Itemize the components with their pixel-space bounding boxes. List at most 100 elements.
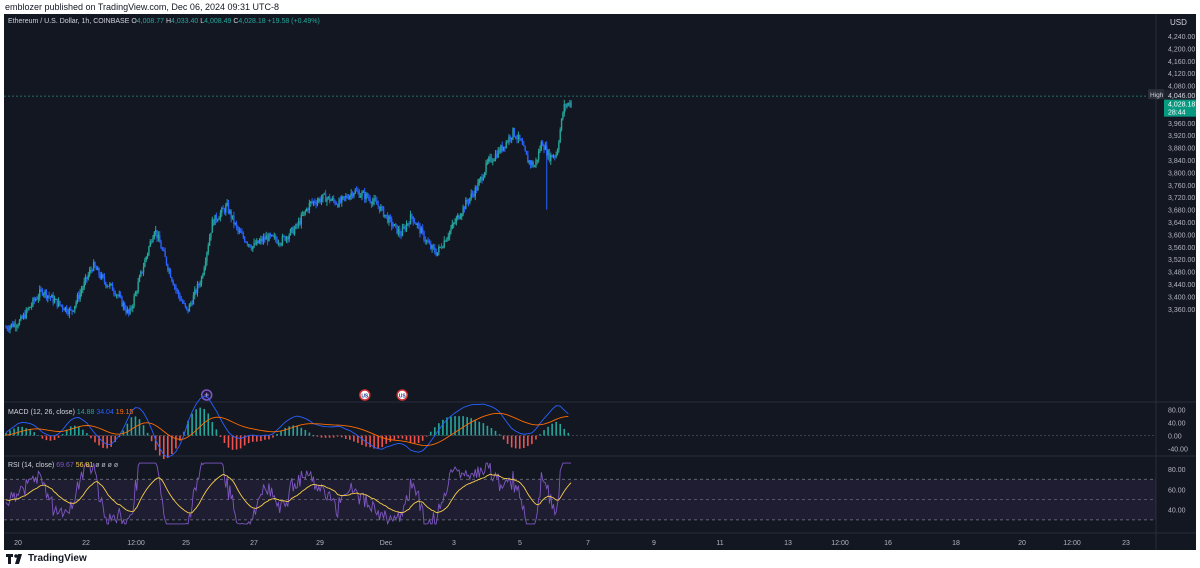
macd-histogram-bar <box>130 417 133 436</box>
candle-body <box>49 296 52 298</box>
candle <box>78 291 80 302</box>
candle <box>191 299 193 307</box>
candle-body <box>118 294 120 296</box>
candle-body <box>160 242 162 249</box>
candle <box>125 305 127 316</box>
macd-histogram-bar <box>417 435 420 444</box>
time-tick-label: 27 <box>250 540 258 547</box>
candle-body <box>508 136 510 143</box>
candle <box>492 158 494 166</box>
candle <box>126 306 129 314</box>
macd-histogram-bar <box>518 435 521 449</box>
candle <box>380 204 382 212</box>
candle <box>314 198 316 206</box>
candle-body <box>102 274 104 278</box>
candle-body <box>161 248 164 250</box>
macd-histogram-bar <box>462 416 464 436</box>
candle <box>105 281 107 289</box>
candle <box>295 223 297 230</box>
macd-histogram-bar <box>61 434 64 436</box>
chart-canvas[interactable]: 4,240.00 4,200.00 4,160.00 4,120.00 4,080.00… <box>4 14 1196 550</box>
macd-histogram-bar <box>219 435 222 437</box>
macd-histogram-bar <box>276 434 278 436</box>
candle-body <box>142 267 145 273</box>
macd-histogram-bar <box>413 435 416 444</box>
candle <box>229 209 231 215</box>
candle <box>544 141 547 151</box>
candle <box>195 288 197 295</box>
candle-body <box>546 145 548 156</box>
candle-body <box>335 203 338 205</box>
macd-histogram-bar <box>393 435 396 440</box>
candle-body <box>473 194 475 197</box>
chart-panel[interactable]: 4,240.00 4,200.00 4,160.00 4,120.00 4,080.00… <box>4 14 1196 550</box>
candle <box>358 189 360 199</box>
candle <box>121 295 123 307</box>
candle-body <box>529 160 532 165</box>
price-tick-label: 3,840.00 <box>1168 158 1195 165</box>
candle <box>262 233 265 245</box>
candle-body <box>570 101 572 108</box>
candle <box>466 198 468 205</box>
candle-body <box>235 223 238 227</box>
candle <box>211 216 214 233</box>
candle <box>420 226 423 234</box>
candle <box>96 265 99 271</box>
candle <box>43 292 45 298</box>
candle <box>537 148 540 163</box>
candle-body <box>357 190 359 192</box>
candle <box>411 213 413 220</box>
candle <box>61 304 64 313</box>
candle <box>442 245 444 249</box>
macd-histogram-bar <box>53 435 56 441</box>
candle <box>396 224 398 235</box>
candle-body <box>461 213 463 217</box>
candle-body <box>291 227 293 230</box>
countdown-label: 28:44 <box>1168 110 1186 117</box>
candle-body <box>474 187 476 197</box>
candle-body <box>229 210 231 213</box>
candle <box>117 293 119 299</box>
candle <box>516 134 518 144</box>
candle <box>140 270 142 278</box>
candle <box>32 297 34 308</box>
candle-body <box>289 229 292 236</box>
candle-body <box>345 196 347 198</box>
candle-body <box>493 159 495 162</box>
candle-body <box>199 283 201 286</box>
candle <box>374 195 377 202</box>
candle <box>88 266 91 278</box>
time-tick-label: 9 <box>652 540 656 547</box>
candle <box>264 233 266 243</box>
candle-body <box>285 237 288 241</box>
candle <box>221 206 223 217</box>
candle-body <box>331 198 334 200</box>
candle <box>567 102 570 107</box>
candle-body <box>136 291 138 293</box>
candle <box>165 256 168 266</box>
candle-body <box>241 232 243 234</box>
candle <box>225 202 227 216</box>
candle-body <box>548 150 551 162</box>
candle <box>471 190 474 198</box>
macd-histogram-bar <box>25 428 28 436</box>
candle-body <box>332 198 335 201</box>
candle-body <box>469 197 471 203</box>
candle-body <box>424 240 427 242</box>
macd-histogram-bar <box>559 423 562 436</box>
candle-body <box>71 309 73 312</box>
candle <box>365 191 367 203</box>
candle-body <box>173 284 176 287</box>
candle <box>324 189 327 202</box>
last-price-label: 4,028.18 <box>1168 102 1195 109</box>
candle-body <box>16 326 18 328</box>
candle-body <box>252 246 254 250</box>
macd-histogram-bar <box>332 435 335 438</box>
candle-body <box>268 233 270 242</box>
candle-body <box>194 289 196 296</box>
candle <box>231 215 234 220</box>
candle-body <box>75 301 77 306</box>
candle-body <box>83 281 85 288</box>
candle <box>18 318 21 326</box>
price-tick-label: 4,160.00 <box>1168 59 1195 66</box>
